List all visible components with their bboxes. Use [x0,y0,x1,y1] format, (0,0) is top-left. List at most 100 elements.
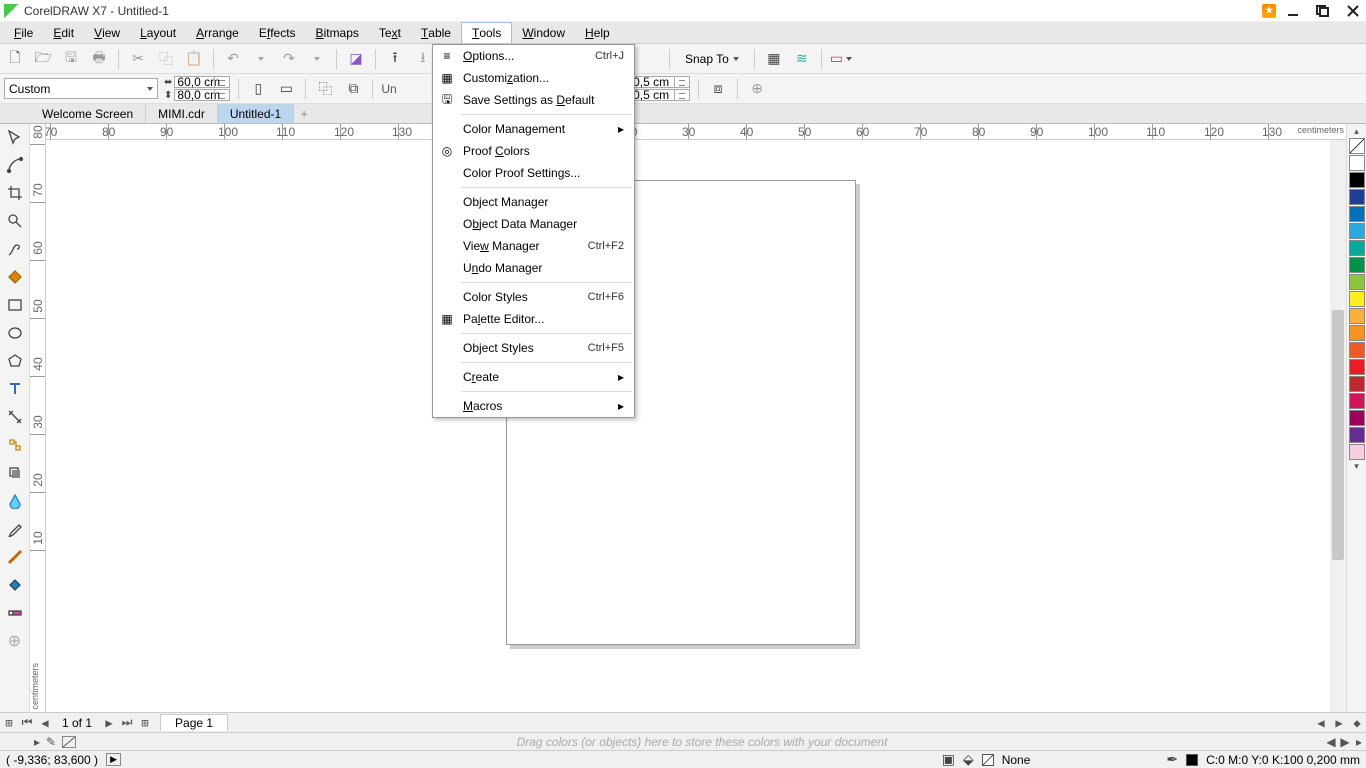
palette-menu[interactable]: ▸ [1352,735,1366,749]
menu-item-object-manager[interactable]: Object Manager [433,191,634,213]
paste-button[interactable]: 📋 [183,48,205,70]
snap-to-dropdown[interactable]: Snap To [678,49,746,69]
menu-layout[interactable]: Layout [130,22,186,43]
color-swatch[interactable] [1349,376,1365,392]
document-tab[interactable]: Untitled-1 [218,104,294,123]
print-button[interactable]: 🖶 [88,48,110,70]
menu-item-object-styles[interactable]: Object StylesCtrl+F5 [433,337,634,359]
color-swatch[interactable] [1349,325,1365,341]
nudge-x-input[interactable]: 0,5 cm [630,76,690,88]
interactive-fill-tool[interactable] [4,602,26,624]
pick-tool[interactable] [4,126,26,148]
no-color-swatch[interactable] [62,736,76,748]
prev-page-button[interactable]: ◀ [36,715,54,731]
layout-button[interactable]: ▭ [830,48,852,70]
minimize-button[interactable] [1280,1,1306,21]
export-button[interactable]: ⭳ [412,48,434,70]
menu-item-color-proof-settings[interactable]: Color Proof Settings... [433,162,634,184]
page-width-input[interactable]: 60,0 cm [174,76,230,88]
redo-button[interactable]: ↷ [278,48,300,70]
close-button[interactable] [1340,1,1366,21]
proof-icon[interactable]: ▣ [942,751,955,768]
first-page-button[interactable]: ⏮ [18,715,36,731]
fill-tool[interactable] [4,574,26,596]
new-button[interactable]: 🗋 [4,48,26,70]
duplicate-distance-button[interactable]: ⧈ [707,78,729,100]
menu-tools[interactable]: Tools [461,22,512,43]
color-swatch[interactable] [1349,223,1365,239]
fill-swatch[interactable] [982,754,994,766]
menu-item-color-management[interactable]: Color Management▸ [433,118,634,140]
color-swatch[interactable] [1349,427,1365,443]
drop-shadow-tool[interactable] [4,462,26,484]
vertical-scrollbar[interactable] [1330,140,1346,712]
palette-expand-icon[interactable]: ▸ [30,735,44,749]
outline-swatch[interactable] [1186,754,1198,766]
add-page-after-button[interactable]: ⊞ [136,715,154,731]
menu-item-undo-manager[interactable]: Undo Manager [433,257,634,279]
no-color-swatch[interactable] [1349,138,1365,154]
menu-edit[interactable]: Edit [43,22,84,43]
connector-tool[interactable] [4,434,26,456]
document-tab[interactable]: MIMI.cdr [146,104,218,123]
options-button[interactable]: ▦ [763,48,785,70]
menu-item-save-settings-as-default[interactable]: 🖫Save Settings as Default [433,89,634,111]
new-document-tab[interactable]: + [294,104,314,123]
hscroll-left[interactable]: ◀ [1312,715,1330,731]
hscroll-right[interactable]: ▶ [1330,715,1348,731]
menu-item-view-manager[interactable]: View ManagerCtrl+F2 [433,235,634,257]
ellipse-tool[interactable] [4,322,26,344]
menu-item-macros[interactable]: Macros▸ [433,395,634,417]
landscape-button[interactable]: ▭ [275,78,297,100]
palette-scroll-right[interactable]: ▶ [1338,735,1352,749]
polygon-tool[interactable] [4,350,26,372]
scrollbar-thumb[interactable] [1332,310,1344,560]
color-swatch[interactable] [1349,240,1365,256]
app-launcher-button[interactable]: ≋ [791,48,813,70]
color-swatch[interactable] [1349,444,1365,460]
color-swatch[interactable] [1349,342,1365,358]
open-button[interactable]: 🗁 [32,48,54,70]
menu-effects[interactable]: Effects [249,22,306,43]
page-preset-combo[interactable]: Custom [4,78,158,99]
undo-button[interactable]: ↶ [222,48,244,70]
color-swatch[interactable] [1349,359,1365,375]
menu-item-proof-colors[interactable]: ◎Proof Colors [433,140,634,162]
eyedropper-icon[interactable]: ✎ [44,735,58,749]
shape-tool[interactable] [4,154,26,176]
outline-tool[interactable] [4,546,26,568]
menu-item-palette-editor[interactable]: ▦Palette Editor... [433,308,634,330]
color-swatch[interactable] [1349,155,1365,171]
copy-button[interactable]: ⿻ [155,48,177,70]
save-button[interactable]: 🖫 [60,48,82,70]
nudge-y-input[interactable]: 0,5 cm [630,89,690,101]
resize-handle[interactable]: ◆ [1348,715,1366,731]
document-palette[interactable]: ▸ ✎ Drag colors (or objects) here to sto… [0,732,1366,750]
customize-toolbox-button[interactable]: ⊕ [4,630,26,652]
all-pages-button[interactable]: ⿻ [314,78,336,100]
vertical-ruler[interactable]: centimeters 8070605040302010 [30,124,46,712]
palette-scroll-up[interactable]: ▴ [1354,126,1359,138]
color-swatch[interactable] [1349,206,1365,222]
add-page-button[interactable]: ⊞ [0,715,18,731]
page-tab[interactable]: Page 1 [160,714,228,731]
menu-view[interactable]: View [84,22,130,43]
smart-fill-tool[interactable] [4,266,26,288]
parallel-dim-tool[interactable] [4,406,26,428]
color-swatch[interactable] [1349,257,1365,273]
add-preset-button[interactable]: ⊕ [746,78,768,100]
redo-dropdown[interactable] [306,48,328,70]
zoom-tool[interactable] [4,210,26,232]
color-swatch[interactable] [1349,274,1365,290]
cut-button[interactable]: ✂ [127,48,149,70]
maximize-button[interactable] [1310,1,1336,21]
menu-help[interactable]: Help [575,22,620,43]
transparency-tool[interactable] [4,490,26,512]
notification-icon[interactable]: ★ [1262,4,1276,18]
color-swatch[interactable] [1349,291,1365,307]
rectangle-tool[interactable] [4,294,26,316]
freehand-tool[interactable] [4,238,26,260]
crop-tool[interactable] [4,182,26,204]
import-button[interactable]: ⭱ [384,48,406,70]
next-page-button[interactable]: ▶ [100,715,118,731]
